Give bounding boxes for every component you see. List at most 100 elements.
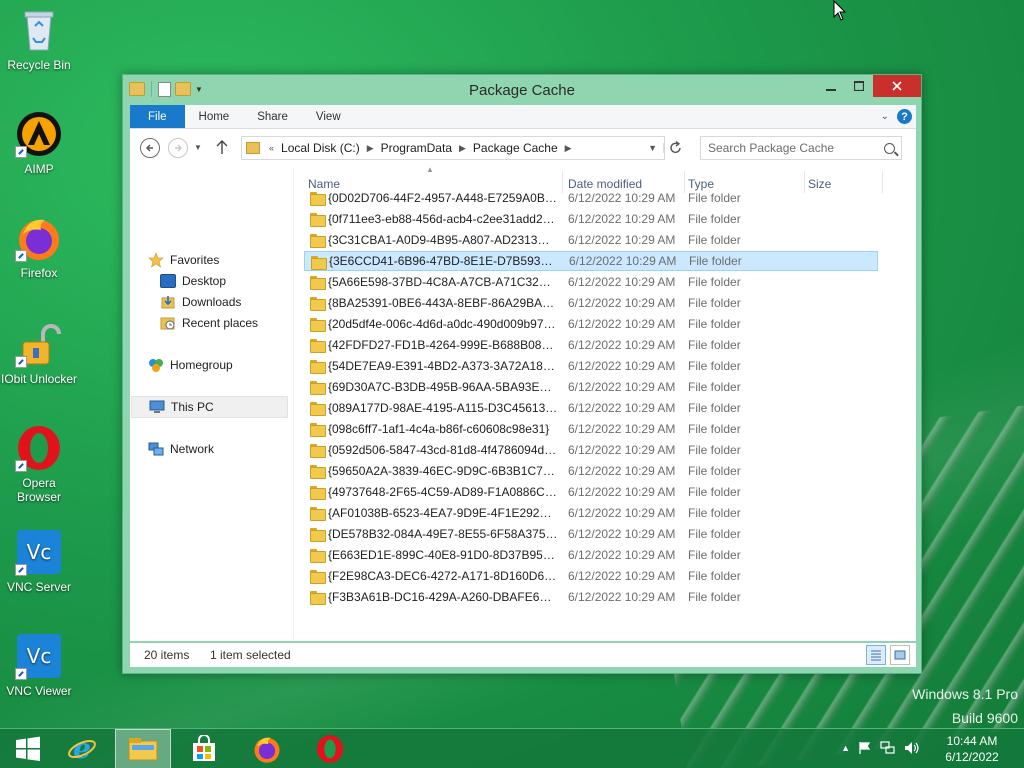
computer-icon xyxy=(149,400,165,413)
nav-this-pc[interactable]: This PC xyxy=(131,396,288,418)
nav-favorites[interactable]: Favorites xyxy=(148,251,219,269)
taskbar-firefox[interactable] xyxy=(239,729,295,768)
taskbar-store[interactable] xyxy=(176,729,232,768)
row-type: File folder xyxy=(688,380,741,394)
title-bar[interactable]: ▼ Package Cache xyxy=(123,75,921,105)
table-row[interactable]: {5A66E598-37BD-4C8A-A7CB-A71C32AB... 6/12… xyxy=(304,272,878,292)
desktop-icon-firefox[interactable]: Firefox xyxy=(0,214,78,280)
table-row[interactable]: {20d5df4e-006c-4d6d-a0dc-490d009b9786} 6/… xyxy=(304,314,878,334)
table-row[interactable]: {0D02D706-44F2-4957-A448-E7259A0B56... 6/… xyxy=(304,188,878,208)
nav-network[interactable]: Network xyxy=(148,440,214,458)
breadcrumb-package-cache[interactable]: Package Cache xyxy=(469,141,562,155)
large-icons-view-button[interactable] xyxy=(890,645,910,665)
nav-desktop[interactable]: Desktop xyxy=(160,272,226,290)
taskbar-internet-explorer[interactable]: e xyxy=(54,729,110,768)
downloads-icon xyxy=(161,296,175,309)
show-hidden-icons-icon[interactable]: ▲ xyxy=(841,741,850,755)
tab-file[interactable]: File xyxy=(130,105,185,128)
desktop-icon-vnc-server[interactable]: Vc VNC Server xyxy=(0,528,78,594)
details-view-button[interactable] xyxy=(866,645,886,665)
breadcrumb-programdata[interactable]: ProgramData xyxy=(377,141,456,155)
table-row[interactable]: {F2E98CA3-DEC6-4272-A171-8D160D61D... 6/1… xyxy=(304,566,878,586)
help-icon[interactable]: ? xyxy=(897,109,912,124)
maximize-button[interactable] xyxy=(845,75,873,97)
navigation-pane: Favorites Desktop Downloads Recent place… xyxy=(130,167,294,641)
table-row[interactable]: {59650A2A-3839-46EC-9D9C-6B3B1C743... 6/1… xyxy=(304,461,878,481)
row-date-modified: 6/12/2022 10:29 AM xyxy=(568,401,676,415)
minimize-button[interactable] xyxy=(817,75,845,97)
table-row[interactable]: {54DE7EA9-E391-4BD2-A373-3A72A18EB... 6/1… xyxy=(304,356,878,376)
desktop-icon-label: Recycle Bin xyxy=(7,58,71,72)
tab-share[interactable]: Share xyxy=(243,105,302,128)
search-icon[interactable] xyxy=(884,142,895,154)
recent-locations-dropdown-icon[interactable]: ▼ xyxy=(194,143,202,152)
folder-icon xyxy=(310,296,326,311)
up-button[interactable] xyxy=(216,139,228,158)
close-icon xyxy=(892,81,902,91)
expand-ribbon-icon[interactable]: ⌄ xyxy=(881,111,889,122)
row-type: File folder xyxy=(688,464,741,478)
nav-downloads[interactable]: Downloads xyxy=(160,293,241,311)
row-name: {E663ED1E-899C-40E8-91D0-8D37B95E3C... xyxy=(328,548,558,562)
table-row[interactable]: {42FDFD27-FD1B-4264-999E-B688B088A2... 6/… xyxy=(304,335,878,355)
table-row[interactable]: {3E6CCD41-6B96-47BD-8E1E-D7B593CEE... 6/1… xyxy=(304,251,878,271)
tab-view[interactable]: View xyxy=(302,105,355,128)
network-status-icon[interactable] xyxy=(880,741,896,755)
nav-homegroup[interactable]: Homegroup xyxy=(148,356,233,374)
volume-icon[interactable] xyxy=(904,741,920,755)
desktop-icon-opera[interactable]: Opera Browser xyxy=(0,424,78,504)
row-date-modified: 6/12/2022 10:29 AM xyxy=(568,443,676,457)
vnc-server-icon: Vc xyxy=(15,528,63,576)
address-dropdown-icon[interactable]: ▼ xyxy=(642,143,664,153)
taskbar-clock[interactable]: 10:44 AM 6/12/2022 xyxy=(926,733,1018,765)
search-box[interactable]: Search Package Cache xyxy=(700,136,902,160)
table-row[interactable]: {DE578B32-084A-49E7-8E55-6F58A37578... 6/… xyxy=(304,524,878,544)
nav-recent-places[interactable]: Recent places xyxy=(160,314,258,332)
table-row[interactable]: {3C31CBA1-A0D9-4B95-A807-AD2313D1... 6/12… xyxy=(304,230,878,250)
search-input[interactable]: Search Package Cache xyxy=(708,141,834,155)
table-row[interactable]: {0592d506-5847-43cd-81d8-4f4786094df8} 6/… xyxy=(304,440,878,460)
forward-button[interactable] xyxy=(168,138,188,158)
folder-icon xyxy=(310,443,326,458)
breadcrumb-separator-icon[interactable]: ▶ xyxy=(562,143,575,154)
address-bar[interactable]: « Local Disk (C:) ▶ ProgramData ▶ Packag… xyxy=(241,136,665,160)
breadcrumb-local-disk[interactable]: Local Disk (C:) xyxy=(277,141,364,155)
table-row[interactable]: {8BA25391-0BE6-443A-8EBF-86A29BAFC... 6/1… xyxy=(304,293,878,313)
taskbar-file-explorer[interactable] xyxy=(115,729,171,768)
table-row[interactable]: {69D30A7C-B3DB-495B-96AA-5BA93EFC... 6/12… xyxy=(304,377,878,397)
shortcut-arrow-icon xyxy=(15,356,27,368)
row-date-modified: 6/12/2022 10:29 AM xyxy=(569,254,677,268)
tab-home[interactable]: Home xyxy=(185,105,244,128)
desktop-icon-iobit-unlocker[interactable]: IObit Unlocker xyxy=(0,320,78,386)
start-button[interactable] xyxy=(0,729,56,768)
column-divider[interactable] xyxy=(882,171,883,193)
row-date-modified: 6/12/2022 10:29 AM xyxy=(568,527,676,541)
table-row[interactable]: {098c6ff7-1af1-4c4a-b86f-c60608c98e31} 6/… xyxy=(304,419,878,439)
folder-icon xyxy=(310,359,326,374)
row-name: {5A66E598-37BD-4C8A-A7CB-A71C32AB... xyxy=(328,275,558,289)
refresh-button[interactable] xyxy=(668,140,684,159)
breadcrumb-separator-icon[interactable]: ▶ xyxy=(364,143,377,154)
table-row[interactable]: {49737648-2F65-4C59-AD89-F1A0886CF0... 6/… xyxy=(304,482,878,502)
desktop-icon-vnc-viewer[interactable]: Vc VNC Viewer xyxy=(0,632,78,698)
table-row[interactable]: {AF01038B-6523-4EA7-9D9E-4F1E2927D8... 6/… xyxy=(304,503,878,523)
table-row[interactable]: {0f711ee3-eb88-456d-acb4-c2ee31add211} 6/… xyxy=(304,209,878,229)
back-button[interactable] xyxy=(140,138,160,158)
close-button[interactable] xyxy=(873,75,921,97)
address-overflow[interactable]: « xyxy=(266,143,277,153)
status-bar: 20 items 1 item selected xyxy=(130,643,916,667)
folder-icon xyxy=(310,212,326,227)
table-row[interactable]: {E663ED1E-899C-40E8-91D0-8D37B95E3C... 6/… xyxy=(304,545,878,565)
desktop-icon-recycle-bin[interactable]: Recycle Bin xyxy=(0,6,78,72)
taskbar-opera[interactable] xyxy=(302,729,358,768)
folder-icon xyxy=(310,191,326,206)
table-row[interactable]: {089A177D-98AE-4195-A115-D3C45613B8... 6/… xyxy=(304,398,878,418)
action-center-flag-icon[interactable] xyxy=(858,741,872,755)
breadcrumb-separator-icon[interactable]: ▶ xyxy=(456,143,469,154)
homegroup-icon xyxy=(149,359,163,372)
desktop-icon-label: Opera Browser xyxy=(16,476,61,504)
row-name: {F3B3A61B-DC16-429A-A260-DBAFE6674... xyxy=(328,590,558,604)
desktop-icon-aimp[interactable]: AIMP xyxy=(0,110,78,176)
table-row[interactable]: {F3B3A61B-DC16-429A-A260-DBAFE6674... 6/1… xyxy=(304,587,878,607)
unlock-icon xyxy=(15,320,63,368)
